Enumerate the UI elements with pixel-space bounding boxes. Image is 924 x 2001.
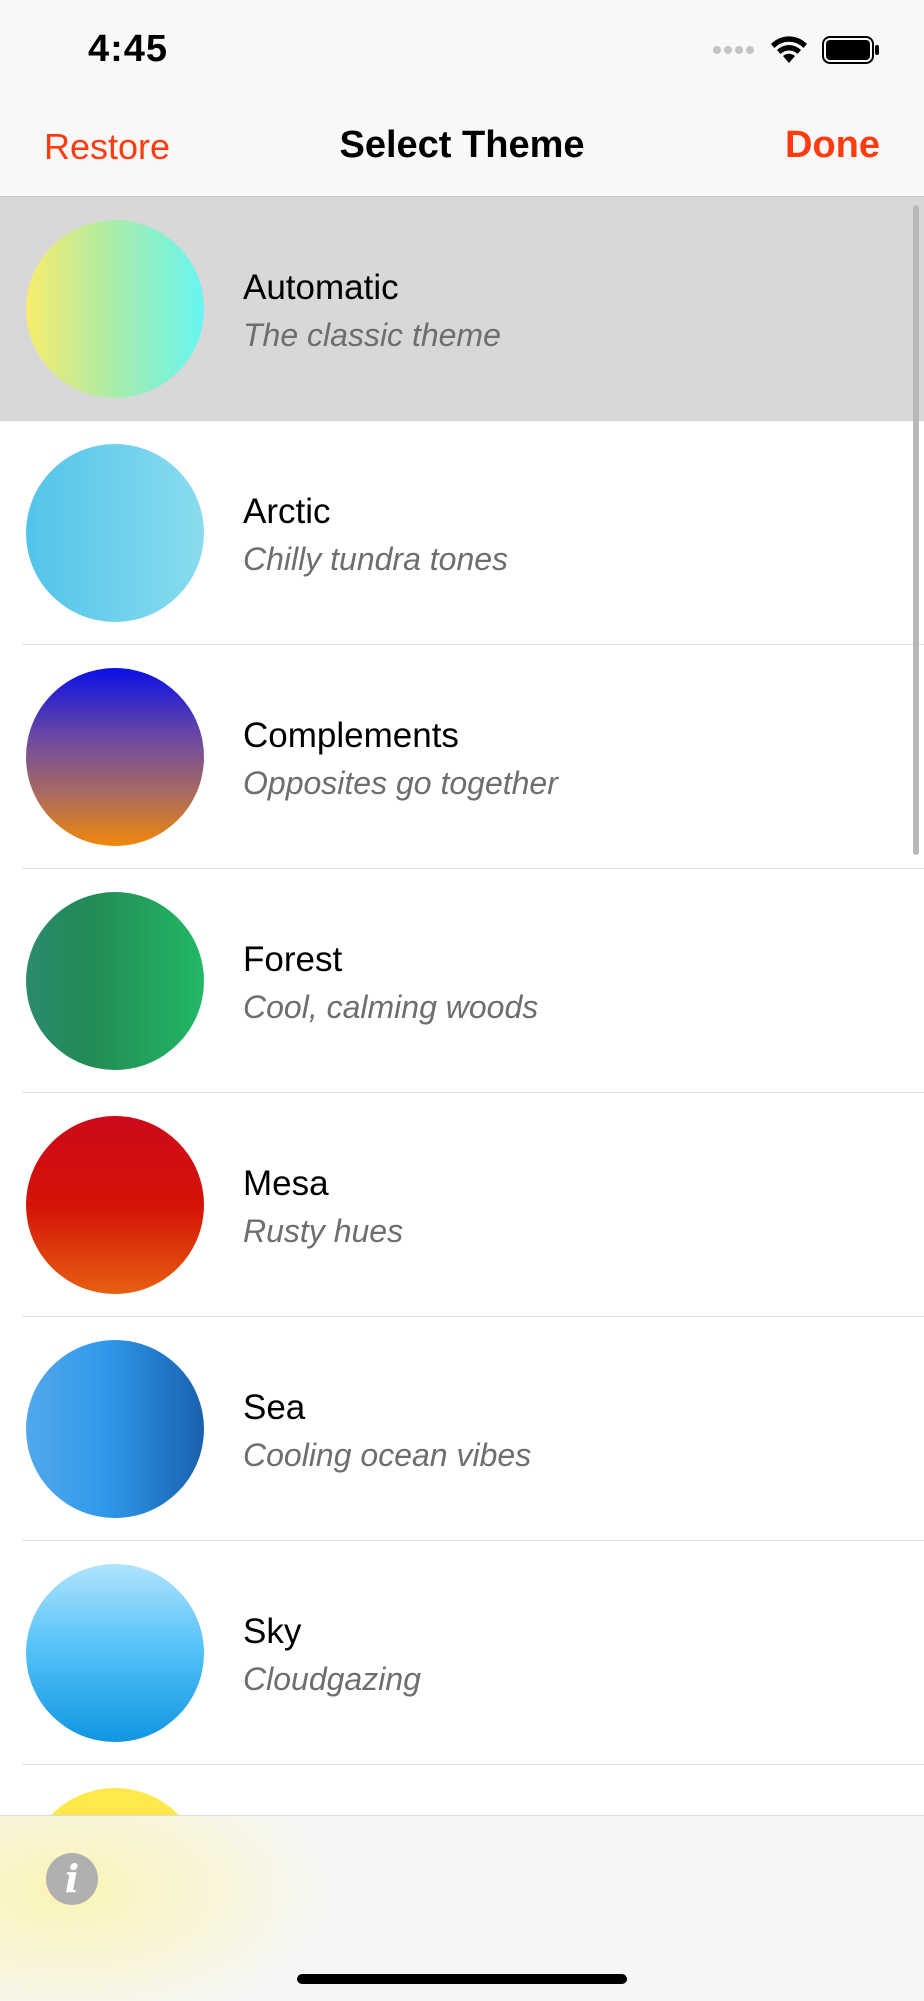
theme-row[interactable]: Arctic Chilly tundra tones xyxy=(22,421,924,645)
theme-name: Forest xyxy=(243,940,343,979)
theme-name: Automatic xyxy=(243,268,399,307)
theme-row[interactable]: Complements Opposites go together xyxy=(22,645,924,869)
info-icon[interactable]: i xyxy=(46,1853,98,1905)
theme-description: Cooling ocean vibes xyxy=(243,1437,532,1473)
navigation-bar: Restore Select Theme Done xyxy=(0,100,924,197)
theme-row[interactable] xyxy=(22,1765,924,1815)
theme-description: Chilly tundra tones xyxy=(243,541,509,577)
theme-swatch xyxy=(26,1340,204,1518)
theme-name: Sea xyxy=(243,1388,306,1427)
home-indicator xyxy=(297,1974,627,1984)
theme-swatch xyxy=(26,892,204,1070)
battery-icon xyxy=(822,36,879,64)
theme-swatch xyxy=(26,220,204,398)
theme-swatch xyxy=(26,668,204,846)
theme-description: Rusty hues xyxy=(243,1213,404,1249)
theme-swatch xyxy=(26,1564,204,1742)
theme-name: Arctic xyxy=(243,492,331,531)
theme-name: Complements xyxy=(243,716,459,755)
cellular-signal-icon xyxy=(713,46,754,54)
theme-row[interactable]: Sea Cooling ocean vibes xyxy=(22,1317,924,1541)
status-bar: 4:45 xyxy=(0,0,924,100)
theme-swatch xyxy=(26,1116,204,1294)
bottom-toolbar: i xyxy=(0,1815,924,2001)
theme-description: The classic theme xyxy=(243,317,501,353)
theme-row[interactable]: Automatic The classic theme xyxy=(0,197,924,421)
theme-swatch xyxy=(26,444,204,622)
theme-description: Opposites go together xyxy=(243,765,558,801)
theme-row[interactable]: Forest Cool, calming woods xyxy=(22,869,924,1093)
theme-list[interactable]: Automatic The classic theme Arctic Chilly t… xyxy=(0,197,924,1815)
status-time: 4:45 xyxy=(88,28,169,70)
theme-description: Cloudgazing xyxy=(243,1661,421,1697)
theme-row[interactable]: Mesa Rusty hues xyxy=(22,1093,924,1317)
done-button[interactable]: Done xyxy=(785,124,880,167)
scroll-indicator[interactable] xyxy=(913,205,919,855)
theme-name: Sky xyxy=(243,1612,302,1651)
wifi-icon xyxy=(771,36,807,63)
theme-swatch xyxy=(26,1788,204,1815)
theme-name: Mesa xyxy=(243,1164,329,1203)
status-icons xyxy=(712,32,880,68)
theme-row[interactable]: Sky Cloudgazing xyxy=(22,1541,924,1765)
theme-description: Cool, calming woods xyxy=(243,989,539,1025)
